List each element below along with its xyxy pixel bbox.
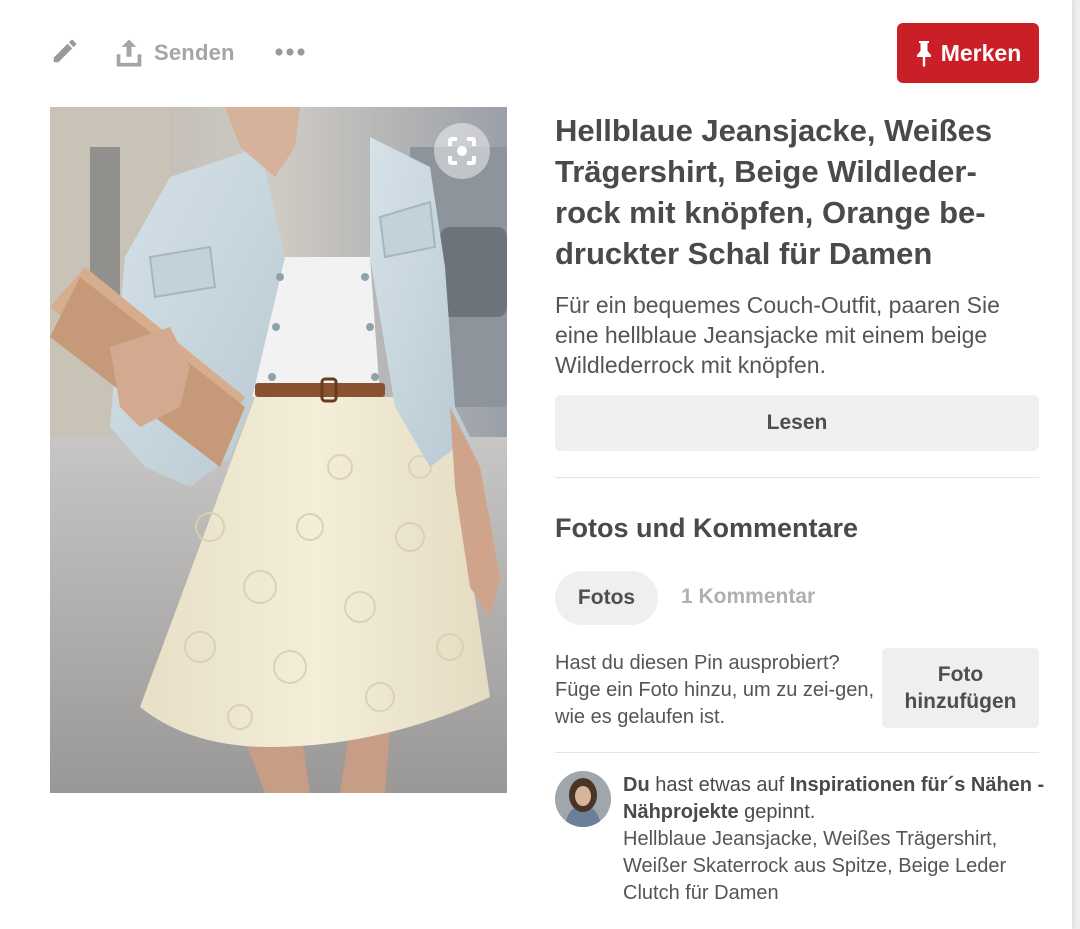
add-photo-label: Foto hinzufügen bbox=[904, 663, 1017, 713]
more-options-button[interactable] bbox=[272, 38, 308, 66]
edit-button[interactable] bbox=[48, 34, 82, 68]
avatar[interactable] bbox=[555, 771, 611, 827]
pin-image[interactable] bbox=[50, 107, 507, 793]
pin-icon bbox=[916, 41, 931, 67]
try-prompt: Hast du diesen Pin ausprobiert? Füge ein… bbox=[555, 652, 875, 728]
save-button[interactable]: Merken bbox=[897, 23, 1039, 83]
user-avatar-image bbox=[555, 771, 611, 827]
activity-actor[interactable]: Du bbox=[623, 774, 650, 796]
activity-pin-title: Hellblaue Jeansjacke, Weißes Trägershirt… bbox=[623, 828, 1007, 904]
visual-search-button[interactable] bbox=[434, 123, 490, 179]
activity-end: gepinnt. bbox=[738, 801, 816, 823]
ellipsis-icon bbox=[275, 48, 305, 56]
section-title: Fotos und Kommentare bbox=[555, 513, 859, 543]
activity-text: Du hast etwas auf Inspirationen für´s Nä… bbox=[623, 772, 1063, 907]
pencil-icon bbox=[53, 39, 77, 63]
pin-title: Hellblaue Jeansjacke, Weißes Trägershirt… bbox=[555, 113, 993, 271]
outfit-photo bbox=[50, 107, 507, 793]
pin-card: Senden Merken Hellblaue Jeansjacke, Weiß… bbox=[0, 0, 1072, 929]
read-button[interactable]: Lesen bbox=[555, 395, 1039, 451]
divider bbox=[555, 477, 1039, 478]
upload-icon bbox=[116, 39, 142, 67]
visual-search-icon bbox=[448, 137, 476, 165]
save-label: Merken bbox=[940, 39, 1022, 66]
pin-description: Für ein bequemes Couch-Outfit, paaren Si… bbox=[555, 292, 1000, 378]
send-button[interactable]: Senden bbox=[114, 34, 235, 72]
send-label: Senden bbox=[154, 40, 235, 65]
divider bbox=[555, 752, 1039, 753]
add-photo-button[interactable]: Foto hinzufügen bbox=[882, 648, 1039, 728]
tab-comments[interactable]: 1 Kommentar bbox=[681, 585, 815, 609]
tab-photos[interactable]: Fotos bbox=[555, 571, 658, 625]
activity-middle: hast etwas auf bbox=[649, 774, 790, 796]
